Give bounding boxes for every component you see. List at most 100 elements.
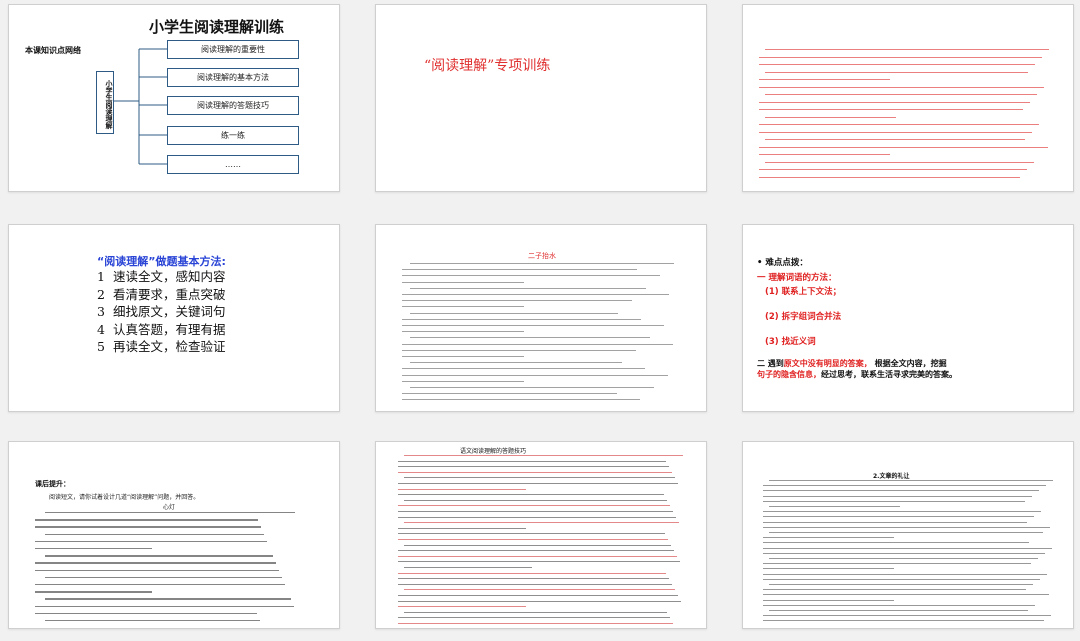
text-line: [404, 544, 671, 546]
text-line: [769, 610, 1028, 611]
text-line: [769, 584, 1033, 585]
text-line: [398, 494, 664, 496]
slide-thumbnail-9[interactable]: 2.文章的礼让: [742, 441, 1074, 629]
slide-thumbnail-7[interactable]: 课后提升： 阅读短文，请你试着设计几道“阅读理解”问题，并回答。 心灯: [8, 441, 340, 629]
text-line: [402, 393, 617, 395]
text-line: [402, 300, 632, 302]
text-line: [410, 287, 646, 289]
text-line: [759, 154, 890, 155]
text-line: [763, 620, 1044, 622]
slide-thumbnail-6[interactable]: • 难点点拨： 一 理解词语的方法： (1) 联系上下文法； (2) 拆字组词合…: [742, 224, 1074, 412]
text-line: [763, 537, 894, 539]
text-line: [763, 599, 894, 601]
slide-thumbnail-4[interactable]: “阅读理解”做题基本方法: 1 速读全文，感知内容 2 看清要求，重点突破 3 细找原…: [8, 224, 340, 412]
text-line: [398, 460, 666, 462]
slide-thumbnail-3[interactable]: [742, 4, 1074, 192]
text-line: [765, 49, 1049, 50]
tip-point-2-text: 根据全文内容，挖掘: [871, 359, 947, 368]
text-line: [763, 615, 1051, 617]
text-line: [402, 281, 525, 283]
text-line: [35, 591, 152, 593]
dense-text-block: [743, 442, 1073, 628]
text-line: [759, 176, 1020, 178]
text-line: [35, 526, 261, 528]
text-line: [763, 521, 1027, 523]
text-line: [765, 116, 896, 118]
method-number: 1: [97, 269, 105, 284]
text-line: [410, 312, 618, 314]
slide-thumbnail-1[interactable]: 小学生阅读理解训练 本课知识点网络 小学生阅读理解 阅读理解的重要性 阅读理解的…: [8, 4, 340, 192]
topic-item-1: 阅读理解的重要性: [167, 40, 299, 59]
text-line: [404, 589, 675, 591]
text-line: [398, 511, 673, 512]
text-line: [763, 490, 1039, 492]
topic-item-2: 阅读理解的基本方法: [167, 68, 299, 87]
text-line: [402, 368, 645, 370]
topic-item-5: ……: [167, 155, 299, 174]
method-number: 3: [97, 304, 105, 319]
text-line: [398, 533, 665, 535]
method-item: 4 认真答题，有理有据: [97, 321, 226, 339]
method-item: 2 看清要求，重点突破: [97, 286, 226, 304]
text-line: [765, 139, 1025, 140]
tip-point-2-text: 二 遇到: [757, 359, 784, 368]
tip-point-1c: (3) 找近义词: [765, 337, 816, 347]
dense-text-block: [376, 225, 706, 411]
text-line: [763, 573, 1047, 575]
text-line: [402, 380, 525, 382]
text-line: [402, 325, 664, 326]
method-number: 4: [97, 321, 105, 337]
text-line: [404, 567, 533, 568]
text-line: [402, 374, 668, 376]
slide-thumbnail-8[interactable]: 语文阅读理解的答题技巧: [375, 441, 707, 629]
text-line: [759, 124, 1039, 125]
method-text: 速读全文，感知内容: [113, 269, 226, 284]
text-line: [35, 605, 294, 607]
text-line: [402, 356, 525, 357]
text-line: [404, 477, 675, 479]
slide-title: “阅读理解”专项训练: [424, 58, 551, 74]
text-line: [763, 589, 1026, 591]
text-line: [402, 269, 637, 271]
text-line: [402, 275, 660, 277]
text-line: [759, 146, 1048, 148]
text-line: [398, 483, 678, 484]
topic-item-4: 练一练: [167, 126, 299, 145]
slide-thumbnail-5[interactable]: 二子抬水: [375, 224, 707, 412]
tip-point-2-highlight: 句子的隐含信息，: [757, 370, 821, 379]
dense-text-block: [9, 442, 339, 628]
text-line: [410, 263, 674, 264]
tip-point-2-text: 经过思考，联系生活寻求完美的答案。: [821, 370, 957, 379]
slide-thumbnail-2[interactable]: “阅读理解”专项训练: [375, 4, 707, 192]
text-line: [398, 600, 681, 602]
text-line: [45, 555, 273, 557]
text-line: [763, 500, 1025, 502]
text-line: [759, 79, 890, 80]
text-line: [35, 612, 257, 615]
text-line: [410, 387, 654, 388]
text-line: [759, 64, 1035, 65]
text-line: [759, 169, 1027, 170]
text-line: [45, 598, 291, 600]
text-line: [763, 511, 1041, 513]
text-line: [769, 480, 1053, 481]
text-line: [398, 471, 672, 473]
text-line: [398, 623, 673, 624]
text-line: [398, 539, 668, 540]
text-line: [402, 349, 636, 351]
text-line: [398, 561, 680, 563]
text-line: [769, 558, 1038, 559]
text-line: [35, 519, 258, 521]
method-item: 3 细找原文，关键词句: [97, 303, 226, 321]
method-number: 2: [97, 286, 105, 302]
text-line: [765, 94, 1037, 95]
text-line: [404, 611, 667, 613]
text-line: [763, 495, 1032, 497]
text-line: [35, 562, 276, 564]
text-line: [398, 555, 677, 557]
dense-text-block: [376, 442, 706, 628]
text-line: [763, 563, 1031, 565]
text-line: [45, 512, 295, 514]
text-line: [398, 527, 527, 529]
text-line: [35, 569, 279, 571]
